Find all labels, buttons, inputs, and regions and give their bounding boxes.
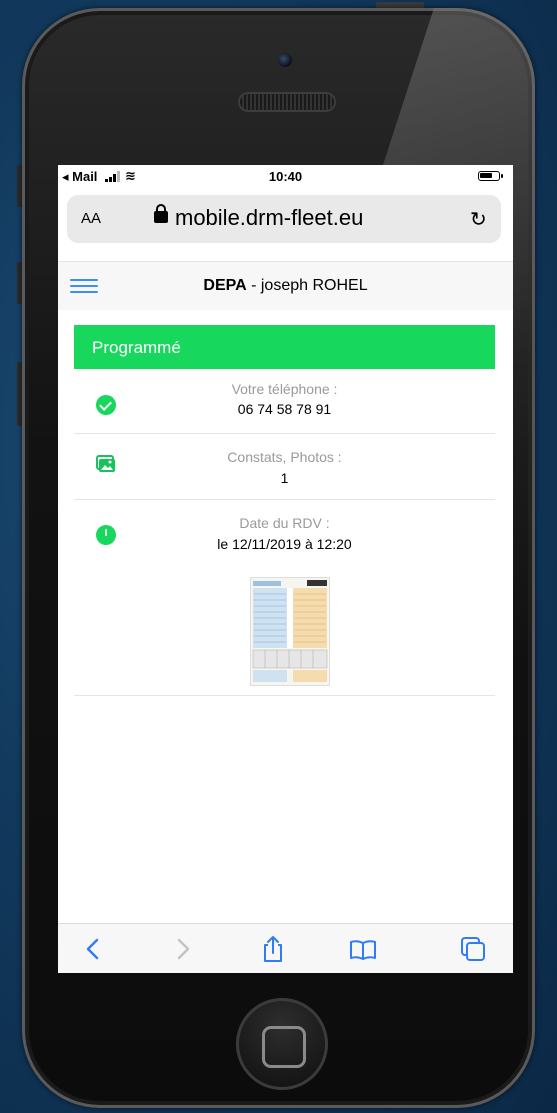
phone-label: Votre téléphone :	[231, 381, 338, 397]
detail-row-photos: Constats, Photos : 1	[74, 433, 495, 500]
app-header: DEPA - joseph ROHEL	[58, 261, 513, 310]
phone-value[interactable]: 06 74 58 78 91	[74, 401, 495, 417]
appointment-value: le 12/11/2019 à 12:20	[217, 536, 352, 552]
status-label: Programmé	[92, 338, 181, 357]
status-banner: Programmé	[74, 325, 495, 369]
url-text[interactable]: mobile.drm-fleet.eu	[175, 205, 363, 231]
company-name: DEPA	[203, 277, 247, 294]
photos-count[interactable]: 1	[74, 470, 495, 486]
home-button-icon	[262, 1026, 306, 1068]
bookmarks-icon[interactable]	[348, 934, 378, 964]
tabs-icon[interactable]	[458, 934, 488, 964]
phone-screen: ◂ Mail ≋ 10:40 AA mobile.drm-fleet.eu ↻ …	[58, 165, 513, 973]
reader-options-button[interactable]: AA	[81, 210, 101, 227]
share-icon[interactable]	[258, 934, 288, 964]
detail-row-phone: Votre téléphone : 06 74 58 78 91	[74, 369, 495, 434]
battery-icon	[478, 171, 503, 181]
back-arrow-icon[interactable]	[78, 934, 108, 964]
front-camera-icon	[278, 53, 292, 67]
accident-report-thumbnail[interactable]	[250, 577, 330, 686]
appointment-label: Date du RDV :	[239, 515, 330, 531]
earpiece-speaker	[238, 92, 336, 112]
reload-icon[interactable]: ↻	[470, 207, 487, 232]
address-bar[interactable]: AA mobile.drm-fleet.eu ↻	[67, 195, 501, 243]
photos-label: Constats, Photos :	[227, 449, 342, 465]
forward-arrow-icon[interactable]	[168, 934, 198, 964]
page-title: DEPA - joseph ROHEL	[58, 277, 513, 295]
status-bar: ◂ Mail ≋ 10:40	[58, 165, 513, 187]
lock-icon	[154, 204, 168, 223]
title-separator: -	[246, 277, 261, 294]
user-name: joseph ROHEL	[260, 277, 368, 294]
browser-toolbar	[58, 923, 513, 973]
status-time: 10:40	[268, 169, 303, 184]
